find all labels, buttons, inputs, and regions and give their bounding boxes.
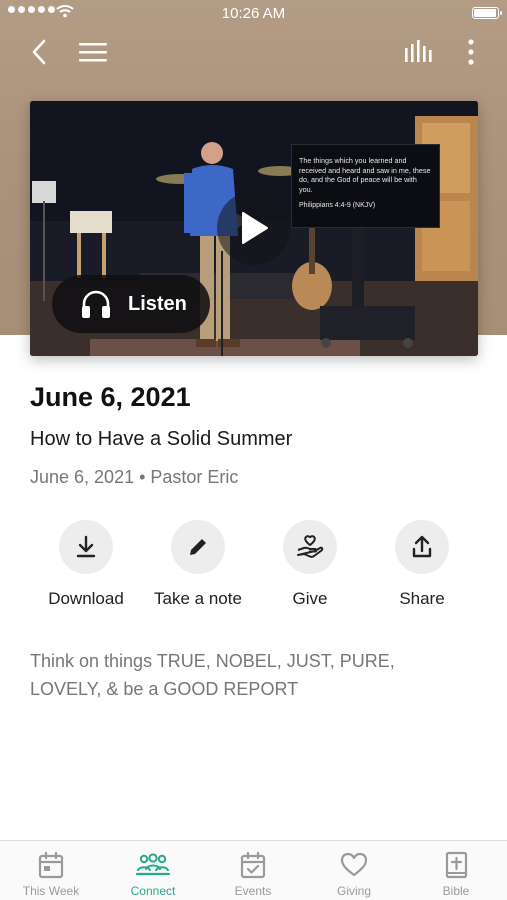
give-circle: [283, 520, 337, 574]
scripture-reference: Philippians 4:4-9 (NKJV): [299, 202, 376, 210]
take-note-circle: [171, 520, 225, 574]
people-icon: [136, 853, 170, 876]
tab-label-events: Events: [234, 884, 272, 898]
audio-button[interactable]: [401, 34, 437, 70]
play-icon: [242, 212, 268, 244]
tab-giving[interactable]: Giving: [304, 841, 404, 900]
back-chevron-icon: [32, 39, 46, 65]
scripture-text: The things which you learned and receive…: [299, 156, 431, 194]
take-note-label: Take a note: [154, 589, 242, 608]
tab-events[interactable]: Events: [203, 841, 303, 900]
hamburger-menu-icon: [79, 43, 107, 62]
tab-label-giving: Giving: [336, 884, 371, 898]
status-bar: 10:26 AM: [0, 0, 507, 28]
sermon-description: Think on things TRUE, NOBEL, JUST, PURE,…: [30, 651, 395, 699]
sermon-subtitle: How to Have a Solid Summer: [30, 428, 293, 450]
share-label: Share: [399, 589, 445, 608]
more-vertical-icon: [468, 39, 474, 65]
audio-bars-icon: [405, 40, 432, 62]
tab-bible[interactable]: Bible: [406, 841, 506, 900]
top-navigation: [0, 34, 507, 70]
tab-label-connect: Connect: [130, 884, 176, 898]
heart-icon: [340, 852, 368, 877]
action-row: Download Take a note Give Share: [0, 520, 507, 620]
download-label: Download: [48, 589, 124, 608]
download-button[interactable]: Download: [30, 520, 142, 609]
give-label: Give: [292, 589, 328, 608]
download-icon: [76, 535, 96, 558]
give-button[interactable]: Give: [254, 520, 366, 609]
calendar-check-icon: [240, 851, 266, 879]
download-circle: [59, 520, 113, 574]
share-icon: [412, 535, 432, 558]
play-button[interactable]: [217, 191, 291, 265]
sermon-title: June 6, 2021: [30, 382, 191, 412]
listen-button[interactable]: Listen: [52, 275, 210, 333]
share-button[interactable]: Share: [366, 520, 478, 609]
calendar-icon: [38, 851, 64, 879]
battery-icon: [472, 7, 502, 19]
tab-label-bible: Bible: [442, 884, 470, 898]
tab-this-week[interactable]: This Week: [1, 841, 101, 900]
tab-bar: This Week Connect Events Giving Bible: [0, 840, 507, 900]
bible-icon: [445, 851, 468, 879]
back-button[interactable]: [22, 34, 56, 70]
listen-label: Listen: [128, 292, 187, 315]
share-circle: [395, 520, 449, 574]
sermon-meta: June 6, 2021 • Pastor Eric: [30, 467, 239, 487]
pencil-icon: [190, 537, 208, 555]
tab-label-this-week: This Week: [22, 884, 80, 898]
more-options-button[interactable]: [459, 34, 483, 70]
take-note-button[interactable]: Take a note: [142, 520, 254, 609]
headphones-icon: [80, 289, 112, 319]
status-time: 10:26 AM: [221, 5, 286, 22]
tab-connect[interactable]: Connect: [103, 841, 203, 900]
video-player[interactable]: The things which you learned and receive…: [30, 101, 478, 356]
give-hand-heart-icon: [297, 535, 324, 558]
menu-button[interactable]: [74, 34, 112, 70]
video-scripture-overlay: The things which you learned and receive…: [291, 144, 440, 228]
